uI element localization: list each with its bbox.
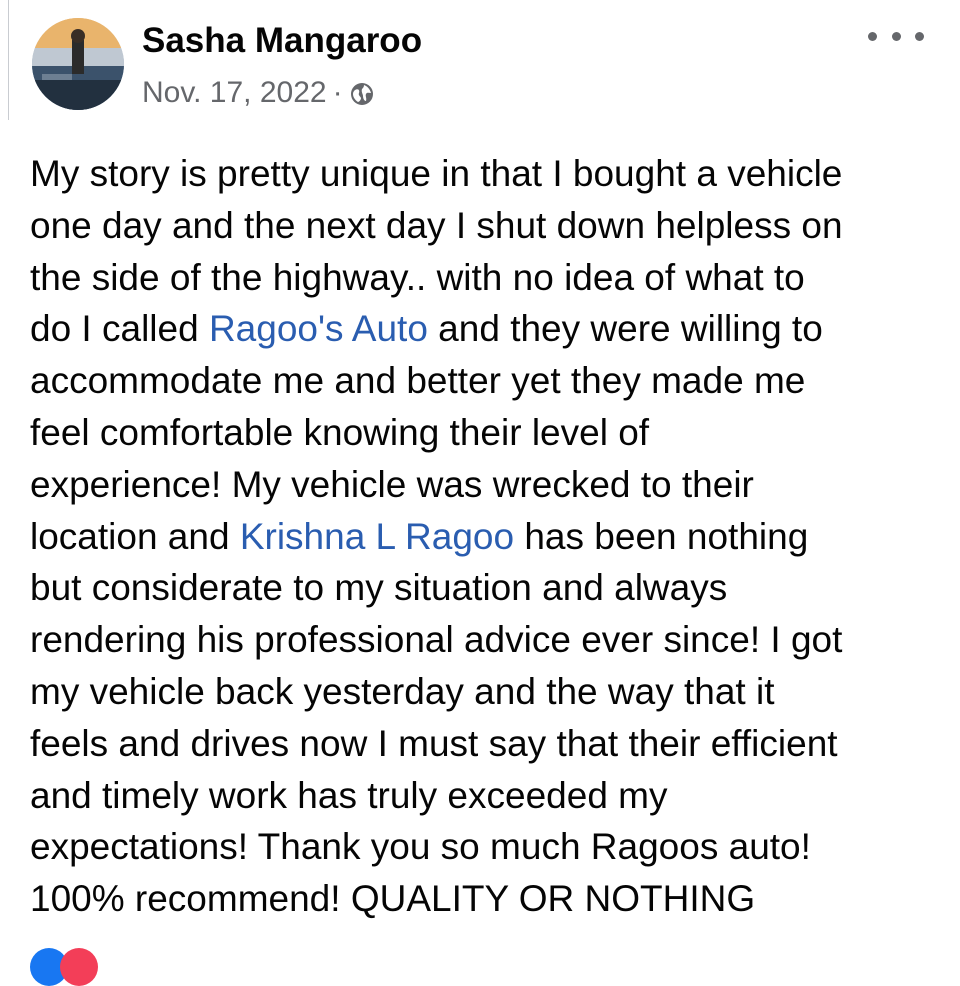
love-icon [60,948,98,986]
post-meta: Nov. 17, 2022 · [142,70,375,116]
more-dot [915,31,924,41]
post-text-segment: has been nothing but considerate to my s… [30,515,843,920]
post-date[interactable]: Nov. 17, 2022 [142,70,327,116]
more-options-button[interactable] [868,20,924,52]
author-name[interactable]: Sasha Mangaroo [142,14,422,68]
post-text: My story is pretty unique in that I boug… [30,148,945,925]
avatar-photo [32,18,124,110]
mention-link[interactable]: Ragoo's Auto [209,308,428,349]
avatar[interactable] [32,18,124,110]
more-dot [891,31,901,41]
globe-icon [349,81,375,107]
left-border-line [8,0,9,120]
mention-link[interactable]: Krishna L Ragoo [240,516,514,557]
more-dot [868,31,877,41]
meta-separator: · [332,76,343,109]
